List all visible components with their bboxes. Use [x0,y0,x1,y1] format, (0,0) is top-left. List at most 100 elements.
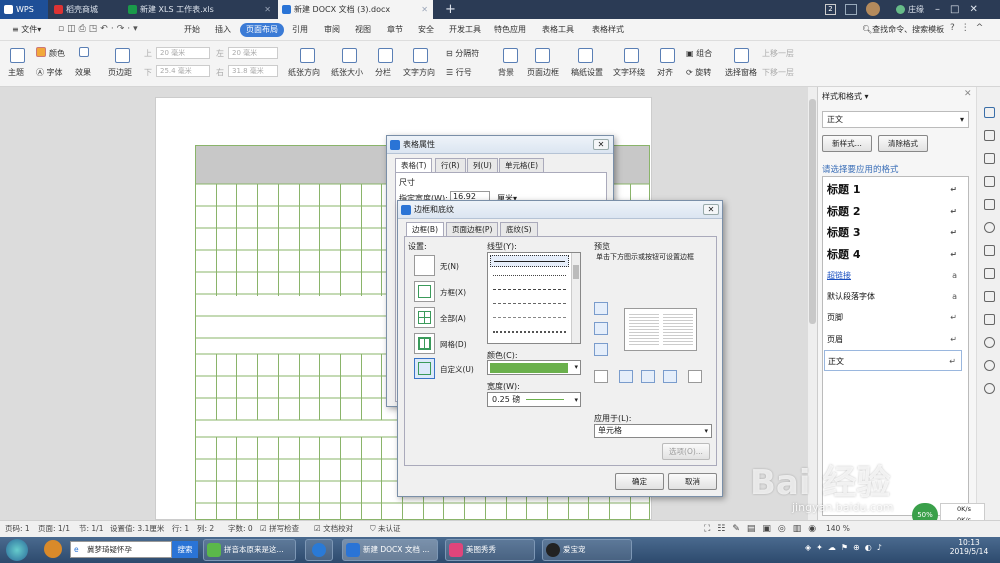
draft-paper-icon[interactable] [578,48,593,63]
style-item-heading-3[interactable]: 标题 3 ↵ [824,222,962,243]
translate-icon[interactable] [984,268,995,279]
current-style-field[interactable]: 正文 ▾ [822,111,969,128]
ok-button[interactable]: 确定 [615,473,664,490]
line-type-list[interactable] [487,252,581,344]
style-item-header[interactable]: 页眉 ↵ [824,329,962,350]
line-style-double[interactable] [493,331,566,333]
close-icon[interactable]: ✕ [264,0,271,19]
help-icon[interactable] [984,383,995,394]
tab-docer-mall[interactable]: 稻壳商城 [50,0,122,19]
layout-icon[interactable] [845,4,857,15]
line-style-solid[interactable] [490,255,569,267]
send-backward-button[interactable]: 下移一层 [762,67,794,78]
orientation-button[interactable]: 纸张方向 [288,67,320,78]
align-icon[interactable] [660,48,675,63]
tray-icons[interactable]: ◈✦☁⚑⊕◐♪ [805,543,887,552]
share-icon[interactable] [984,245,995,256]
shapes-icon[interactable] [984,153,995,164]
apply-to-select[interactable]: 单元格 ▾ [594,424,712,438]
status-row[interactable]: 行: 1 [172,521,189,537]
setting-custom[interactable]: 自定义(U) [440,364,474,375]
menu-view[interactable]: 视图 [351,23,375,37]
style-item-body[interactable]: 正文 ↵ [824,350,962,371]
task-item-meitu[interactable]: 美图秀秀 [445,539,535,561]
task-item-qq[interactable]: 爱宝宠 [542,539,632,561]
setting-none-icon[interactable] [414,255,435,276]
tab-shading[interactable]: 底纹(S) [500,222,538,236]
selection-pane-icon[interactable] [734,48,749,63]
settings-sliders-icon[interactable] [984,176,995,187]
text-direction-icon[interactable] [413,48,428,63]
taskbar-search-button[interactable]: 搜索 [172,541,198,558]
view-mode-icons[interactable]: ⛶☷✎▤▣◎▥◉ [704,521,823,537]
style-item-heading-1[interactable]: 标题 1 ↵ [824,179,962,200]
style-item-heading-2[interactable]: 标题 2 ↵ [824,201,962,222]
wrench-icon[interactable] [984,291,995,302]
page-border-icon[interactable] [535,48,550,63]
left-border-button[interactable] [619,370,633,383]
text-wrap-icon[interactable] [624,48,639,63]
menu-start[interactable]: 开始 [180,23,204,37]
line-type-scrollbar[interactable] [571,253,580,343]
setting-box-icon[interactable] [414,281,435,302]
menu-chapter[interactable]: 章节 [383,23,407,37]
clock[interactable]: 10:13 2019/5/14 [946,538,992,556]
task-item-wps[interactable]: 新建 DOCX 文档 ... [342,539,438,561]
text-wrap-button[interactable]: 文字环绕 [613,67,645,78]
status-pages[interactable]: 页面: 1/1 [38,521,70,537]
tab-cell[interactable]: 单元格(E) [499,158,545,172]
menu-special-apps[interactable]: 特色应用 [490,23,530,37]
diagonal-up-button[interactable] [594,370,608,383]
status-section[interactable]: 节: 1/1 [79,521,103,537]
new-style-button[interactable]: 新样式... [822,135,872,152]
options-button[interactable]: 选项(O)... [662,443,710,460]
line-style-dash-dot-dot[interactable] [493,317,566,318]
separator-button[interactable]: ⊟ 分隔符 [446,48,479,59]
menu-file[interactable]: ≡ 文件▾ [8,23,45,37]
line-style-dash-dot[interactable] [493,303,566,304]
style-item-default-font[interactable]: 默认段落字体 a [824,286,962,307]
selection-pane-button[interactable]: 选择窗格 [725,67,757,78]
right-border-button[interactable] [663,370,677,383]
bottom-margin-field[interactable]: 25.4 毫米 [156,65,210,77]
window-controls[interactable]: –□✕ [935,0,988,19]
picture-icon[interactable] [984,314,995,325]
group-button[interactable]: ▣ 组合 [686,48,712,59]
setting-grid[interactable]: 网格(D) [440,339,467,350]
effect-button[interactable]: 效果 [75,67,91,78]
star-icon[interactable] [984,222,995,233]
border-color-select[interactable]: ▾ [487,360,581,375]
top-margin-field[interactable]: 20 毫米 [156,47,210,59]
status-word-count[interactable]: 字数: 0 [228,521,253,537]
new-tab-button[interactable]: + [440,0,460,19]
window-count-badge[interactable]: 2 [825,4,836,15]
avatar[interactable] [866,2,880,16]
paper-size-icon[interactable] [342,48,357,63]
setting-none[interactable]: 无(N) [440,261,459,272]
styles-panel-title[interactable]: 样式和格式 ▾ [822,91,869,102]
tab-table[interactable]: 表格(T) [395,158,433,173]
theme-button[interactable]: 主题 [8,67,24,78]
setting-custom-icon[interactable] [414,358,435,379]
draft-paper-button[interactable]: 稿纸设置 [571,67,603,78]
close-icon[interactable]: ✕ [593,139,609,150]
background-button[interactable]: 背景 [498,67,514,78]
menu-insert[interactable]: 插入 [211,23,235,37]
style-item-hyperlink[interactable]: 超链接 a [824,265,962,286]
bring-forward-button[interactable]: 上移一层 [762,48,794,59]
rotate-button[interactable]: ⟳ 旋转 [686,67,711,78]
setting-grid-icon[interactable] [414,333,435,354]
diagonal-down-button[interactable] [688,370,702,383]
wps-home-tab[interactable]: WPS [0,0,48,19]
tab-borders[interactable]: 边框(B) [406,222,444,237]
close-icon[interactable]: ✕ [964,89,972,99]
zoom-level[interactable]: 140 % [826,521,850,537]
menu-reference[interactable]: 引用 [288,23,312,37]
tab-row[interactable]: 行(R) [435,158,466,172]
columns-icon[interactable] [378,48,393,63]
task-item-ie[interactable] [305,539,333,561]
orientation-icon[interactable] [300,48,315,63]
tab-xls[interactable]: 新建 XLS 工作表.xls ✕ [124,0,276,19]
effect-icon[interactable] [79,47,89,57]
bottom-border-button[interactable] [594,343,608,356]
